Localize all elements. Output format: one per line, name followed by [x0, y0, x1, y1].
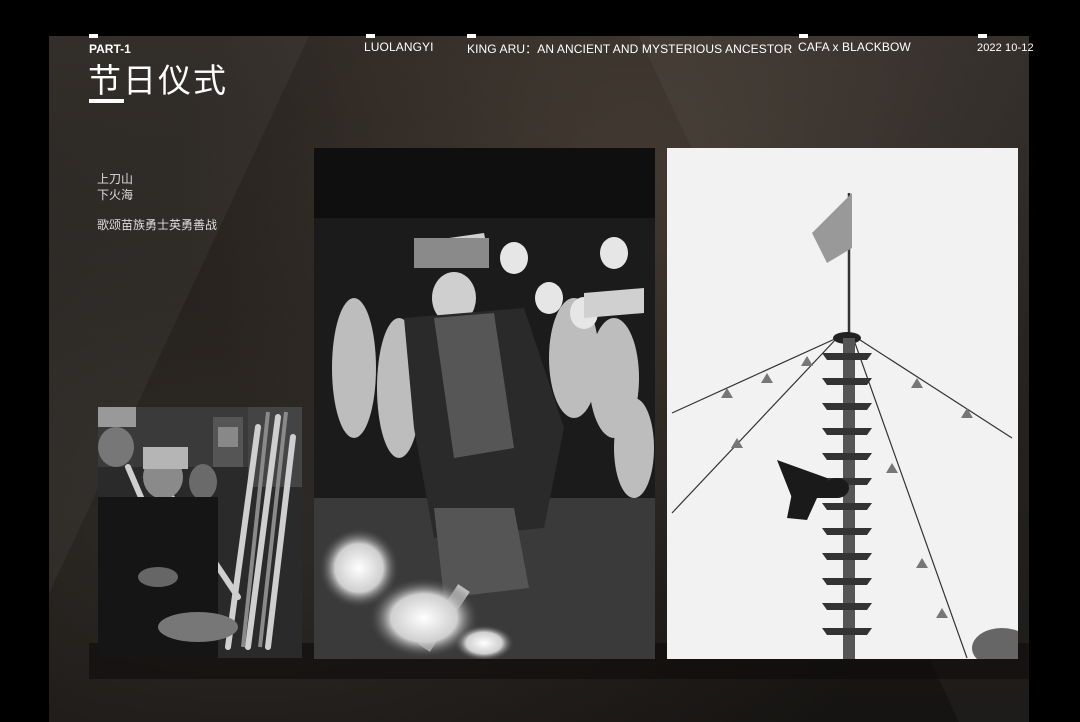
- header-tick: [467, 34, 476, 38]
- blade-ladder-pole-photo: [667, 148, 1018, 659]
- description-line: 下火海: [97, 188, 134, 202]
- header-tick: [366, 34, 375, 38]
- header-tick: [978, 34, 987, 38]
- nav-king-aru: KING ARU：AN ANCIENT AND MYSTERIOUS ANCES…: [467, 42, 793, 56]
- header-tick: [89, 34, 98, 38]
- date-label: 2022 10-12: [977, 42, 1034, 54]
- header-tick: [799, 34, 808, 38]
- lusheng-players-photo: [98, 407, 302, 658]
- description: 上刀山 下火海 歌颂苗族勇士英勇善战: [97, 171, 217, 233]
- fire-walking-dancer-photo: [314, 148, 655, 659]
- nav-luolangyi: LUOLANGYI: [364, 40, 434, 54]
- description-line: 上刀山: [97, 172, 134, 186]
- page-title: 节日仪式: [88, 61, 228, 100]
- title-underline: [89, 99, 124, 103]
- description-line: 歌颂苗族勇士英勇善战: [97, 218, 218, 232]
- nav-cafa-blackbow: CAFA x BLACKBOW: [798, 40, 911, 54]
